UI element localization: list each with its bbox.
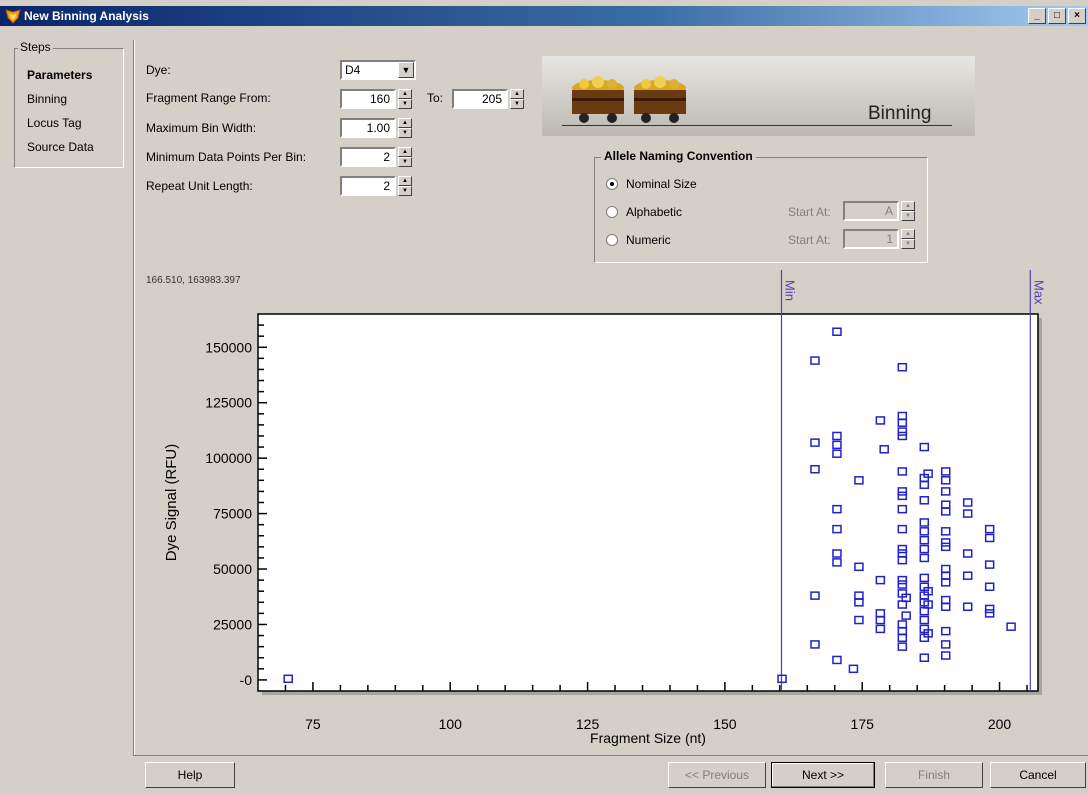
- y-tick-label: 100000: [205, 450, 252, 466]
- range-from-input[interactable]: 160: [340, 89, 396, 109]
- y-tick-label: 75000: [213, 506, 252, 522]
- range-to-label: To:: [427, 91, 444, 105]
- cancel-button[interactable]: Cancel: [990, 762, 1086, 788]
- x-tick-label: 175: [851, 716, 875, 732]
- allele-naming-legend: Allele Naming Convention: [601, 149, 756, 163]
- maximize-icon: □: [1053, 10, 1061, 21]
- x-tick-label: 200: [988, 716, 1012, 732]
- max-bin-width-label: Maximum Bin Width:: [146, 121, 257, 135]
- content-divider-highlight: [134, 40, 135, 755]
- y-tick-label: -0: [240, 672, 253, 688]
- steps-legend: Steps: [18, 40, 53, 54]
- range-to-spinner[interactable]: ▲ ▼: [510, 89, 524, 109]
- y-tick-label: 125000: [205, 395, 252, 411]
- step-parameters[interactable]: Parameters: [27, 68, 92, 82]
- alpha-start-at-label: Start At:: [788, 205, 831, 219]
- nominal-size-radio[interactable]: [606, 178, 618, 190]
- alphabetic-label[interactable]: Alphabetic: [626, 205, 682, 219]
- dye-value: D4: [345, 63, 361, 77]
- range-from-label: Fragment Range From:: [146, 91, 271, 105]
- alpha-start-input[interactable]: A: [843, 201, 899, 221]
- x-tick-label: 100: [439, 716, 463, 732]
- alpha-start-spinner[interactable]: ▲ ▼: [901, 201, 915, 221]
- mine-carts-icon: [572, 76, 686, 123]
- wizard-window: New Binning Analysis _ □ × Steps Paramet…: [0, 0, 1088, 795]
- range-from-spinner[interactable]: ▲ ▼: [398, 89, 412, 109]
- help-button[interactable]: Help: [145, 762, 235, 788]
- title-bar: New Binning Analysis _ □ ×: [0, 6, 1088, 26]
- numeric-start-at-label: Start At:: [788, 233, 831, 247]
- max-marker-label: Max: [1031, 280, 1046, 305]
- finish-button[interactable]: Finish: [885, 762, 983, 788]
- numeric-start-spinner[interactable]: ▲ ▼: [901, 229, 915, 249]
- step-locus-tag[interactable]: Locus Tag: [27, 116, 82, 130]
- dye-dropdown-button[interactable]: ▼: [398, 62, 414, 78]
- repeat-unit-label: Repeat Unit Length:: [146, 179, 253, 193]
- previous-button[interactable]: << Previous: [668, 762, 766, 788]
- numeric-radio[interactable]: [606, 234, 618, 246]
- banner-rail: [562, 125, 952, 126]
- maximize-button[interactable]: □: [1048, 8, 1066, 24]
- alphabetic-radio[interactable]: [606, 206, 618, 218]
- min-points-spinner[interactable]: ▲ ▼: [398, 147, 412, 167]
- step-source-data[interactable]: Source Data: [27, 140, 94, 154]
- close-button[interactable]: ×: [1068, 8, 1086, 24]
- repeat-unit-spinner[interactable]: ▲ ▼: [398, 176, 412, 196]
- min-points-label: Minimum Data Points Per Bin:: [146, 150, 307, 164]
- next-button[interactable]: Next >>: [771, 762, 875, 788]
- footer-divider: [133, 755, 1088, 756]
- nominal-size-label[interactable]: Nominal Size: [626, 177, 697, 191]
- y-tick-label: 150000: [205, 339, 252, 355]
- x-tick-label: 75: [305, 716, 321, 732]
- window-title: New Binning Analysis: [24, 9, 149, 23]
- x-axis-label: Fragment Size (nt): [590, 730, 706, 746]
- numeric-start-input[interactable]: 1: [843, 229, 899, 249]
- close-icon: ×: [1074, 10, 1080, 21]
- min-points-input[interactable]: 2: [340, 147, 396, 167]
- y-axis-label: Dye Signal (RFU): [163, 444, 180, 562]
- x-tick-label: 150: [713, 716, 737, 732]
- dye-label: Dye:: [146, 63, 171, 77]
- scatter-chart[interactable]: 75 100 125 150 175 200-0250005000075000100000…: [140, 270, 1060, 755]
- step-binning[interactable]: Binning: [27, 92, 67, 106]
- minimize-icon: _: [1034, 10, 1040, 21]
- max-bin-width-input[interactable]: 1.00: [340, 118, 396, 138]
- minimize-button[interactable]: _: [1028, 8, 1046, 24]
- range-to-input[interactable]: 205: [452, 89, 508, 109]
- y-tick-label: 50000: [213, 561, 252, 577]
- min-marker-label: Min: [782, 280, 797, 301]
- y-tick-label: 25000: [213, 616, 252, 632]
- max-bin-width-spinner[interactable]: ▲ ▼: [398, 118, 412, 138]
- numeric-label[interactable]: Numeric: [626, 233, 671, 247]
- repeat-unit-input[interactable]: 2: [340, 176, 396, 196]
- banner-title: Binning: [868, 103, 932, 124]
- app-shield-icon: [5, 9, 21, 24]
